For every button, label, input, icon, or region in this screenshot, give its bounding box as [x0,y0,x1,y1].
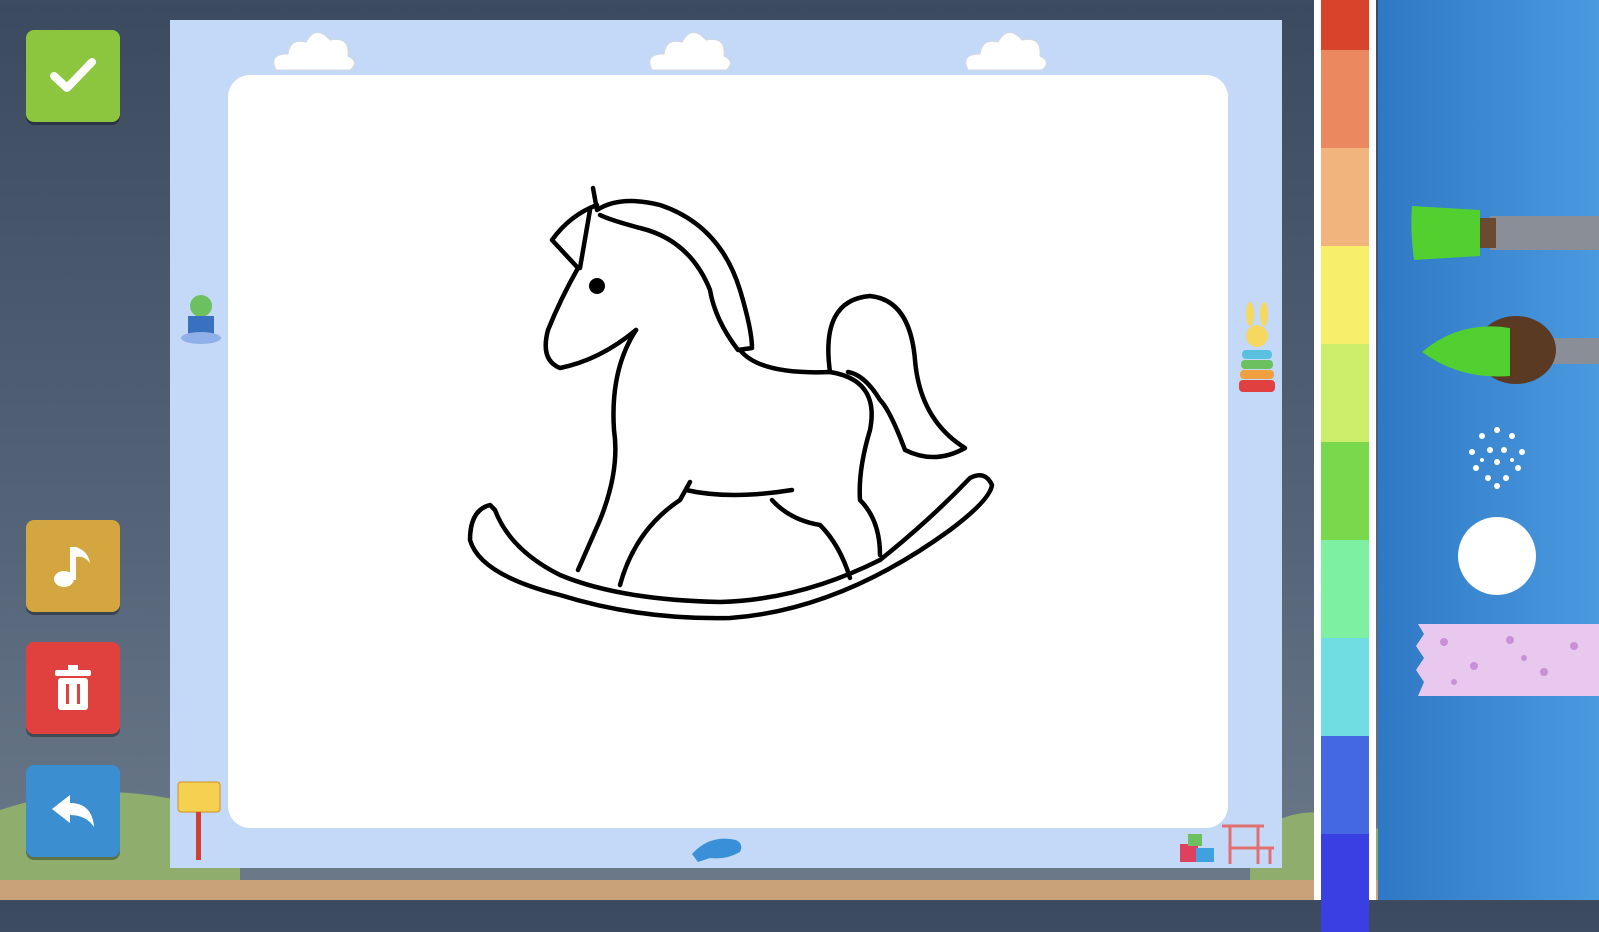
round-brush-icon[interactable] [1420,314,1599,386]
trash-icon [55,665,91,710]
spray-icon[interactable] [1462,422,1532,492]
music-button[interactable] [26,520,120,612]
color-swatch[interactable] [1321,540,1369,638]
bunny-ring-stacker-icon [1239,302,1275,392]
coloring-canvas[interactable] [228,75,1228,828]
color-swatch[interactable] [1321,638,1369,736]
color-swatch[interactable] [1321,442,1369,540]
cloud-icon [649,32,731,71]
basketball-hoop-icon [177,781,221,860]
tool-panel [1378,0,1599,900]
undo-button[interactable] [26,765,120,857]
check-icon [50,58,96,92]
confirm-button[interactable] [26,30,120,122]
robot-toy-icon [181,295,221,344]
eraser-circle-icon[interactable] [1458,517,1536,595]
color-swatch[interactable] [1321,736,1369,834]
rocking-horse-outline [467,185,995,621]
color-swatch[interactable] [1321,246,1369,344]
color-swatch[interactable] [1321,834,1369,932]
undo-arrow-icon [52,795,94,827]
color-swatch[interactable] [1321,50,1369,148]
drawing-frame [170,20,1282,868]
cloud-icon [273,32,355,71]
color-swatch[interactable] [1321,0,1369,50]
music-note-icon [54,547,90,587]
color-swatch[interactable] [1321,344,1369,442]
flat-brush-icon[interactable] [1410,200,1599,266]
cloud-icon [965,32,1047,71]
clear-button[interactable] [26,642,120,734]
color-palette [1314,0,1376,932]
color-swatch[interactable] [1321,148,1369,246]
pattern-tape-icon[interactable] [1414,622,1599,698]
dolphin-icon [692,838,742,862]
